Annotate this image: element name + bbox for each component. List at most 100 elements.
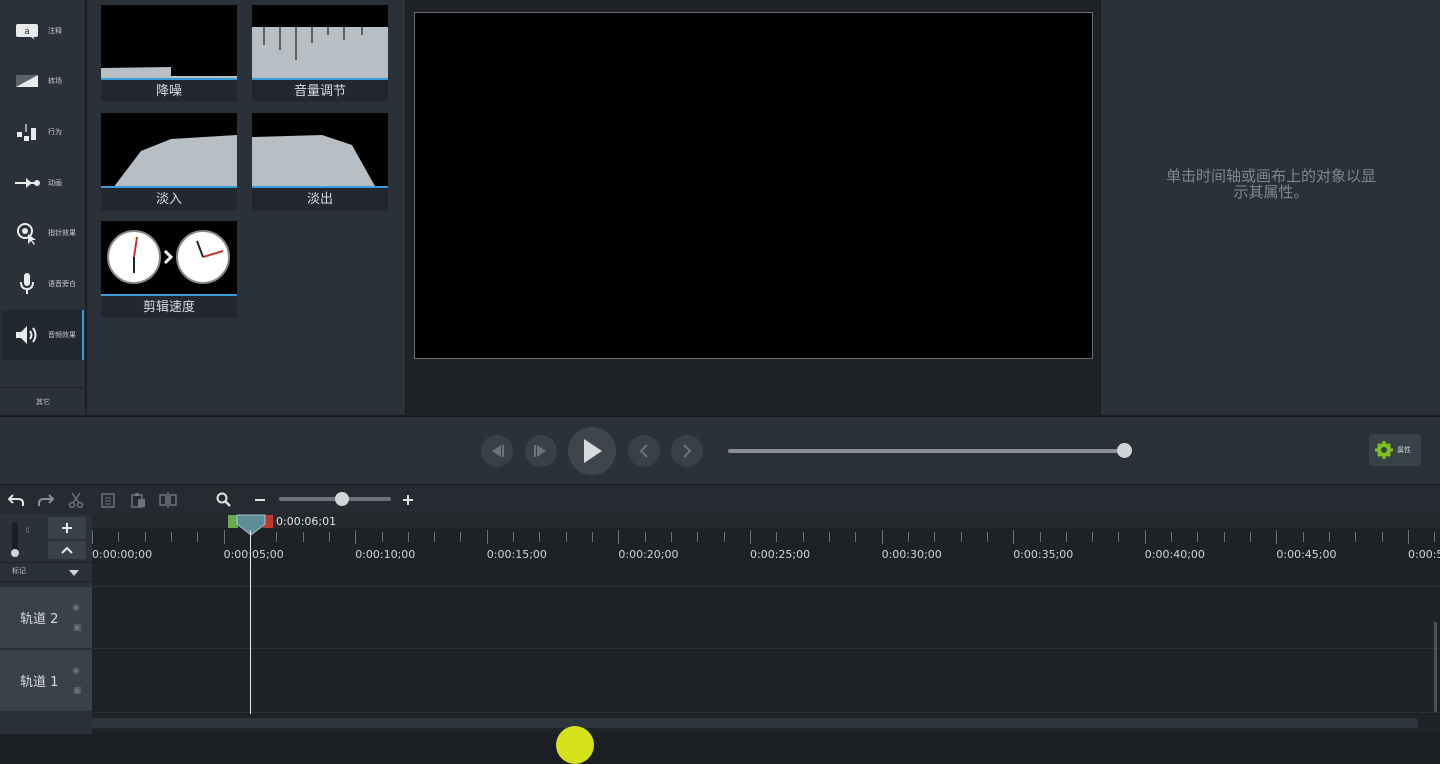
ruler-tick-label: 0:00:10;00: [355, 548, 416, 561]
properties-button-label: 属性: [1397, 446, 1411, 454]
track-header-1[interactable]: 轨道 1 ◉ ▣: [0, 650, 92, 712]
playback-scrubber-handle[interactable]: [1117, 443, 1132, 458]
chevron-right-icon: [683, 444, 692, 458]
step-back-button[interactable]: [481, 435, 513, 467]
ruler-tick-label: 0:00:15;00: [486, 548, 547, 561]
ruler-tick: [92, 530, 93, 544]
eye-icon[interactable]: ◉: [72, 603, 80, 613]
volume-leveling-thumbnail: [252, 5, 388, 80]
ruler-tick: [381, 532, 383, 542]
playback-scrubber-track[interactable]: [728, 449, 1126, 453]
effect-label: 剪辑速度: [142, 300, 195, 315]
preview-canvas[interactable]: [414, 12, 1093, 359]
ruler-tick: [644, 532, 646, 542]
track-height-handle[interactable]: [11, 549, 19, 557]
ruler-tick: [223, 530, 225, 544]
paste-icon: [131, 493, 145, 508]
properties-empty-line: 示其属性。: [1233, 183, 1309, 201]
track-header-2[interactable]: 轨道 2 ◉ ▣: [0, 587, 92, 649]
previous-marker-button[interactable]: [628, 435, 660, 467]
clip-speed-thumbnail: [101, 221, 237, 296]
zoom-slider-handle[interactable]: [335, 492, 349, 506]
track-lane-2[interactable]: [92, 586, 1440, 649]
playhead-handle[interactable]: [236, 514, 266, 536]
sidebar-item-behaviors[interactable]: 行为: [2, 107, 84, 157]
redo-button[interactable]: [36, 490, 56, 510]
timeline-ruler[interactable]: 0:00:00;00 0:00:05;00 0:00:10;00 0:00:15;00…: [92, 514, 1440, 564]
sidebar-item-label: 语音旁白: [48, 280, 76, 288]
sidebar-item-label: 动画: [48, 179, 62, 187]
vertical-scrollbar[interactable]: [1434, 622, 1437, 712]
ruler-tick: [1223, 532, 1225, 542]
ruler-tick: [513, 532, 515, 542]
ruler-tick: [460, 532, 462, 542]
ruler-tick: [197, 532, 199, 542]
step-forward-button[interactable]: [525, 435, 557, 467]
ruler-tick-label: 0:00:5: [1408, 548, 1440, 561]
effect-clip-speed[interactable]: 剪辑速度: [101, 221, 237, 318]
add-track-button[interactable]: [48, 517, 86, 539]
lock-icon[interactable]: ▣: [73, 686, 82, 696]
next-marker-button[interactable]: [671, 435, 703, 467]
timeline-horizontal-scrollbar[interactable]: [92, 718, 1418, 728]
ruler-tick: [144, 532, 146, 542]
ruler-tick: [697, 532, 699, 542]
lock-icon[interactable]: ▣: [73, 623, 82, 633]
sidebar-item-audio-effects[interactable]: 音频效果: [2, 310, 84, 360]
marker-row[interactable]: 标记: [0, 562, 92, 582]
ruler-tick-label: 0:00:35;00: [1013, 548, 1074, 561]
ruler-tick: [407, 532, 409, 542]
track-lane-1[interactable]: [92, 650, 1440, 713]
ruler-tick: [539, 532, 541, 542]
sidebar-item-voice-narration[interactable]: 语音旁白: [2, 259, 84, 309]
collapse-button[interactable]: [48, 541, 86, 559]
ruler-tick-label: 0:00:00;00: [92, 548, 153, 561]
ruler-tick: [776, 532, 778, 542]
eye-icon[interactable]: ◉: [72, 666, 80, 676]
sidebar-item-annotations[interactable]: a 注释: [2, 6, 84, 56]
zoom-in-button[interactable]: [398, 490, 418, 510]
sidebar-item-label: 行为: [48, 128, 62, 136]
ruler-tick: [802, 532, 804, 542]
effect-volume-leveling[interactable]: 音量调节: [252, 5, 388, 102]
gear-icon: [1375, 441, 1393, 459]
cut-button[interactable]: [66, 490, 86, 510]
undo-button[interactable]: [6, 490, 26, 510]
behavior-icon: [12, 117, 42, 147]
properties-empty-line: 单击时间轴或画布上的对象以显: [1165, 167, 1376, 185]
copy-button[interactable]: [98, 490, 118, 510]
noise-removal-thumbnail: [101, 5, 237, 80]
sidebar-item-animations[interactable]: 动画: [2, 158, 84, 208]
svg-text:a: a: [24, 27, 30, 37]
play-icon: [584, 439, 602, 463]
ruler-tick: [565, 532, 567, 542]
properties-button[interactable]: 属性: [1369, 434, 1421, 466]
magnifier-icon: [216, 492, 231, 507]
ruler-tick: [1065, 532, 1067, 542]
sidebar-item-cursor-effects[interactable]: 指针效果: [2, 208, 84, 258]
animation-icon: [12, 168, 42, 198]
ruler-tick: [934, 532, 936, 542]
ruler-tick: [1144, 530, 1146, 544]
paste-button[interactable]: [128, 490, 148, 510]
play-button[interactable]: [568, 427, 616, 475]
minus-icon: [255, 499, 265, 501]
timeline-tracks-area[interactable]: [92, 564, 1440, 734]
zoom-button[interactable]: [214, 490, 234, 510]
chevron-left-icon: [639, 444, 648, 458]
effect-fade-in[interactable]: 淡入: [101, 113, 237, 210]
effect-fade-out[interactable]: 淡出: [252, 113, 388, 210]
sidebar-item-transitions[interactable]: 转场: [2, 56, 84, 106]
ruler-tick: [1329, 532, 1331, 542]
effect-noise-removal[interactable]: 降噪: [101, 5, 237, 102]
split-button[interactable]: [158, 490, 178, 510]
ruler-tick: [1092, 532, 1094, 542]
zoom-out-button[interactable]: [250, 490, 270, 510]
ruler-tick: [170, 532, 172, 542]
effect-label: 音量调节: [293, 84, 346, 99]
copy-icon: [101, 493, 115, 508]
ruler-tick-label: 0:00:20;00: [618, 548, 679, 561]
ruler-tick: [1302, 532, 1304, 542]
ruler-tick: [1250, 532, 1252, 542]
sidebar-item-other[interactable]: 其它: [0, 387, 86, 415]
